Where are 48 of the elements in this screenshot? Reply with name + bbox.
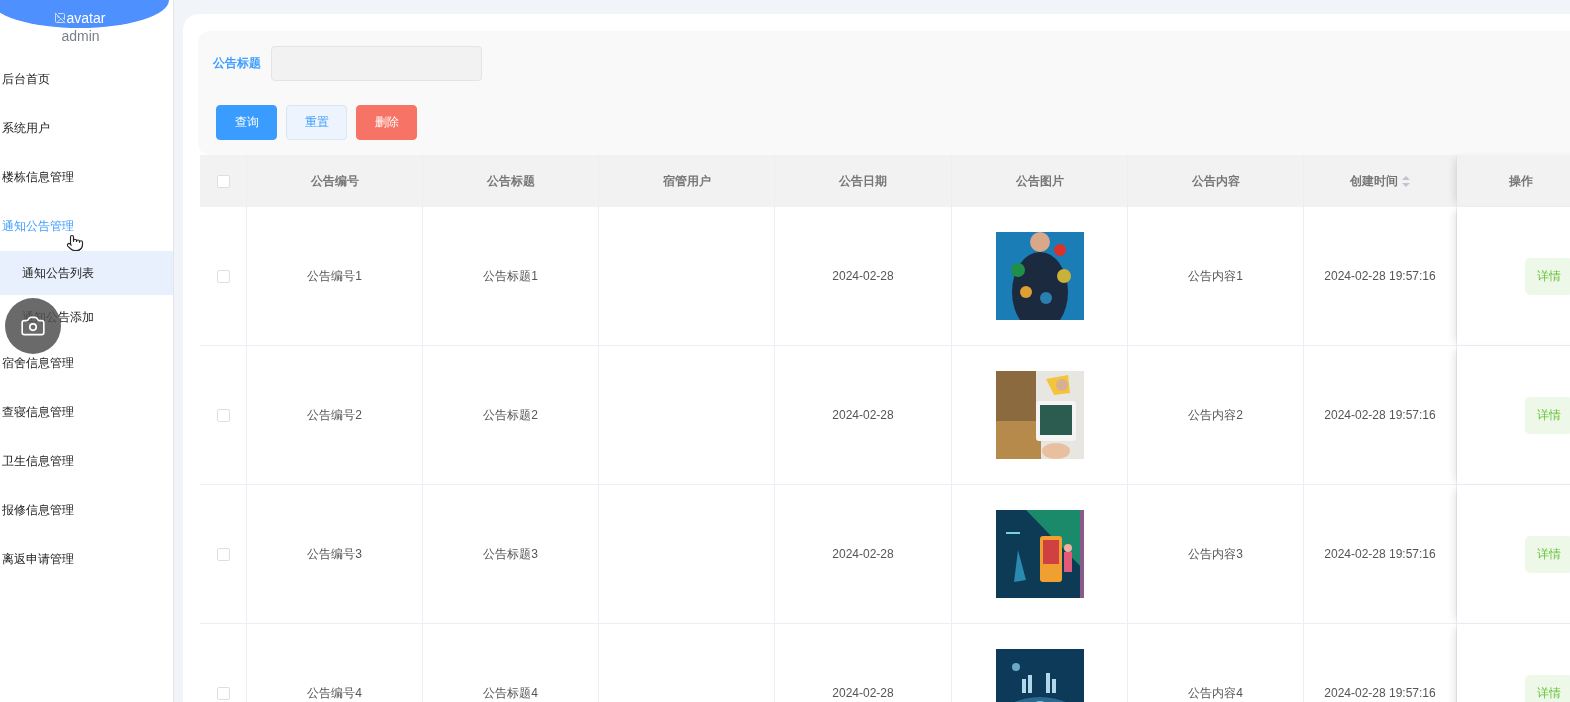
table-cell: 2024-02-28 (832, 269, 894, 283)
table-cell: 公告内容3 (1188, 545, 1243, 563)
table-cell: 公告编号1 (307, 267, 362, 285)
submenu-item[interactable]: 通知公告列表 (0, 251, 173, 295)
table-cell: 公告标题4 (483, 684, 538, 702)
column-header: 公告编号 (247, 155, 423, 207)
table-cell: 2024-02-28 19:57:16 (1324, 686, 1436, 700)
column-header[interactable]: 创建时间 (1304, 155, 1457, 207)
column-header: 公告日期 (775, 155, 952, 207)
sort-icon[interactable] (1402, 175, 1410, 187)
table-cell: 公告内容2 (1188, 406, 1243, 424)
table-cell: 公告内容1 (1188, 267, 1243, 285)
column-header: 公告内容 (1128, 155, 1304, 207)
column-header: 公告标题 (423, 155, 599, 207)
table-cell: 公告标题1 (483, 267, 538, 285)
column-header: 公告图片 (952, 155, 1128, 207)
avatar-alt-text: avatar (53, 10, 106, 26)
menu-item[interactable]: 后台首页 (0, 55, 173, 104)
table-cell: 公告编号3 (307, 545, 362, 563)
checkbox[interactable] (216, 686, 230, 700)
checkbox[interactable] (216, 547, 230, 561)
table-cell: 2024-02-28 19:57:16 (1324, 547, 1436, 561)
hand-cursor-icon (66, 234, 84, 252)
checkbox[interactable] (216, 408, 230, 422)
table-cell: 公告编号4 (307, 684, 362, 702)
table-cell: 2024-02-28 (832, 408, 894, 422)
table-cell: 公告编号2 (307, 406, 362, 424)
checkbox[interactable] (216, 174, 230, 188)
user-name: admin (61, 28, 100, 44)
broken-image-icon (53, 12, 66, 24)
field-label: 公告标题 (213, 55, 261, 72)
table-cell: 公告标题3 (483, 545, 538, 563)
menu-item[interactable]: 楼栋信息管理 (0, 153, 173, 202)
menu-item[interactable]: 查寝信息管理 (0, 388, 173, 437)
table-cell: 公告标题2 (483, 406, 538, 424)
menu-item[interactable]: 报修信息管理 (0, 486, 173, 535)
menu-item[interactable]: 宿舍信息管理 (0, 339, 173, 388)
menu-item[interactable]: 系统用户 (0, 104, 173, 153)
table-cell: 2024-02-28 19:57:16 (1324, 408, 1436, 422)
menu-item[interactable]: 离返申请管理 (0, 535, 173, 584)
column-header: 宿管用户 (599, 155, 775, 207)
table-cell: 2024-02-28 (832, 547, 894, 561)
column-header: 操作 (1457, 155, 1570, 207)
checkbox[interactable] (216, 269, 230, 283)
table-cell: 2024-02-28 (832, 686, 894, 700)
menu-item[interactable]: 卫生信息管理 (0, 437, 173, 486)
table-cell: 2024-02-28 19:57:16 (1324, 269, 1436, 283)
table-cell: 公告内容4 (1188, 684, 1243, 702)
